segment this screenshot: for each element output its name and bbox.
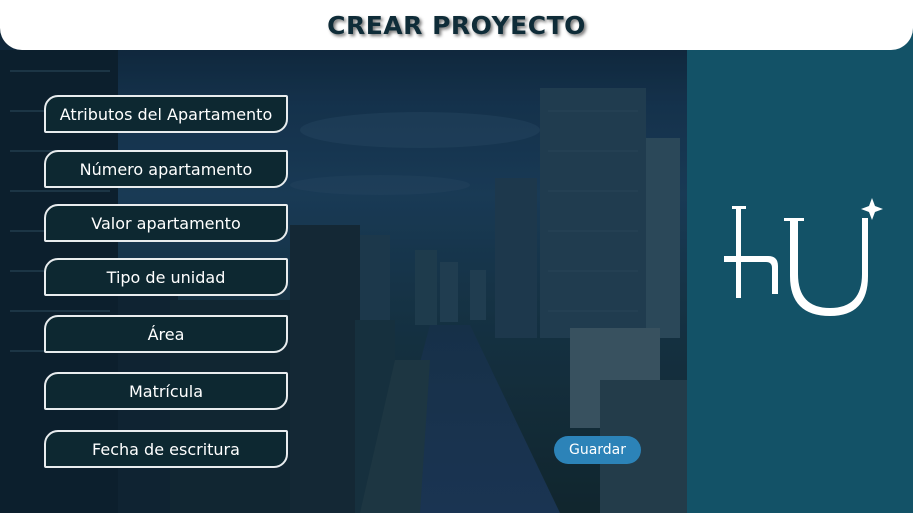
field-tipo-unidad[interactable]: Tipo de unidad: [44, 258, 288, 296]
field-area[interactable]: Área: [44, 315, 288, 353]
field-valor-apartamento[interactable]: Valor apartamento: [44, 204, 288, 242]
hu-logo-icon: [724, 198, 883, 316]
field-atributos-apartamento[interactable]: Atributos del Apartamento: [44, 95, 288, 133]
field-numero-apartamento[interactable]: Número apartamento: [44, 150, 288, 188]
save-button[interactable]: Guardar: [554, 436, 641, 464]
field-fecha-escritura[interactable]: Fecha de escritura: [44, 430, 288, 468]
page-title: CREAR PROYECTO: [327, 11, 586, 40]
header-bar: CREAR PROYECTO: [0, 0, 913, 50]
field-matricula[interactable]: Matrícula: [44, 372, 288, 410]
